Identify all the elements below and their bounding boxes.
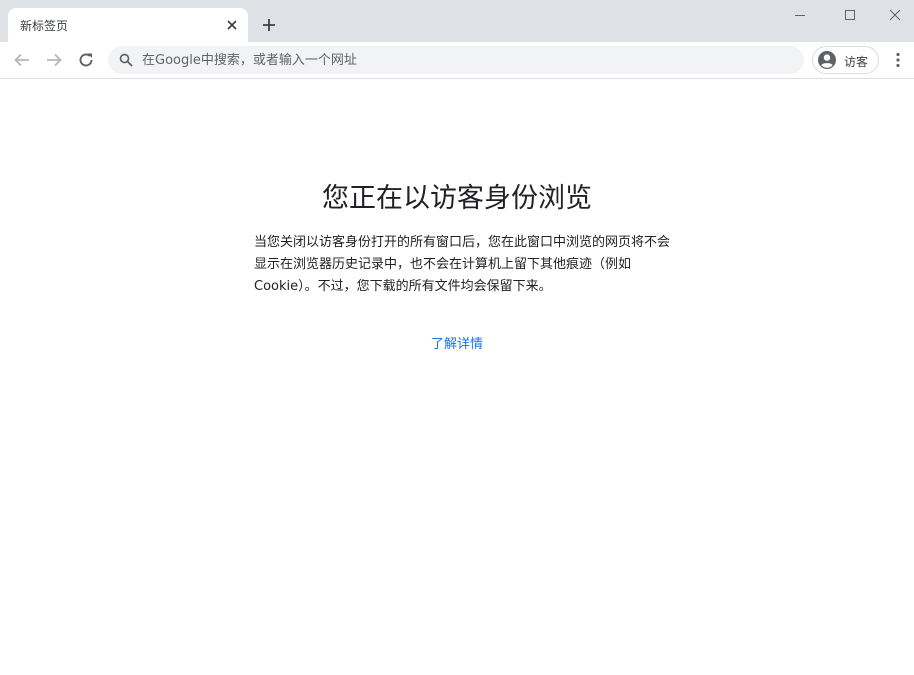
- maximize-button[interactable]: [827, 0, 873, 30]
- arrow-right-icon: [47, 53, 62, 67]
- close-icon: [889, 9, 901, 21]
- tab-strip: 新标签页: [0, 0, 914, 42]
- window-close-button[interactable]: [872, 0, 914, 30]
- tab-close-button[interactable]: [224, 17, 240, 33]
- tab-title: 新标签页: [20, 19, 69, 33]
- avatar-icon: [818, 51, 836, 69]
- search-icon: [119, 53, 133, 67]
- tab-new-tab[interactable]: 新标签页: [8, 8, 248, 42]
- back-button[interactable]: [10, 48, 34, 72]
- browser-window: 新标签页 在Google中搜索，或者输入一个网址 访客 您正在以访客身份浏览 当…: [0, 0, 914, 675]
- close-icon: [227, 20, 237, 30]
- reload-button[interactable]: [74, 48, 98, 72]
- toolbar: 访客: [0, 42, 914, 79]
- guest-description: 当您关闭以访客身份打开的所有窗口后，您在此窗口中浏览的网页将不会显示在浏览器历史…: [254, 235, 671, 294]
- guest-profile-button[interactable]: 访客: [812, 46, 879, 74]
- address-input[interactable]: [142, 46, 782, 74]
- more-vert-icon: [896, 52, 900, 68]
- new-tab-button[interactable]: [258, 14, 280, 36]
- learn-more-link[interactable]: 了解详情: [431, 337, 483, 352]
- guest-page: 您正在以访客身份浏览 当您关闭以访客身份打开的所有窗口后，您在此窗口中浏览的网页…: [0, 80, 914, 675]
- forward-button[interactable]: [42, 48, 66, 72]
- reload-icon: [79, 53, 93, 67]
- minimize-button[interactable]: [777, 0, 823, 30]
- plus-icon: [263, 19, 275, 31]
- profile-label: 访客: [844, 55, 869, 69]
- arrow-left-icon: [14, 53, 29, 67]
- minimize-icon: [795, 15, 805, 16]
- menu-button[interactable]: [886, 48, 910, 72]
- learn-more-row: 了解详情: [0, 333, 914, 352]
- page-title: 您正在以访客身份浏览: [322, 183, 592, 214]
- omnibox[interactable]: [108, 46, 804, 74]
- maximize-icon: [845, 10, 855, 20]
